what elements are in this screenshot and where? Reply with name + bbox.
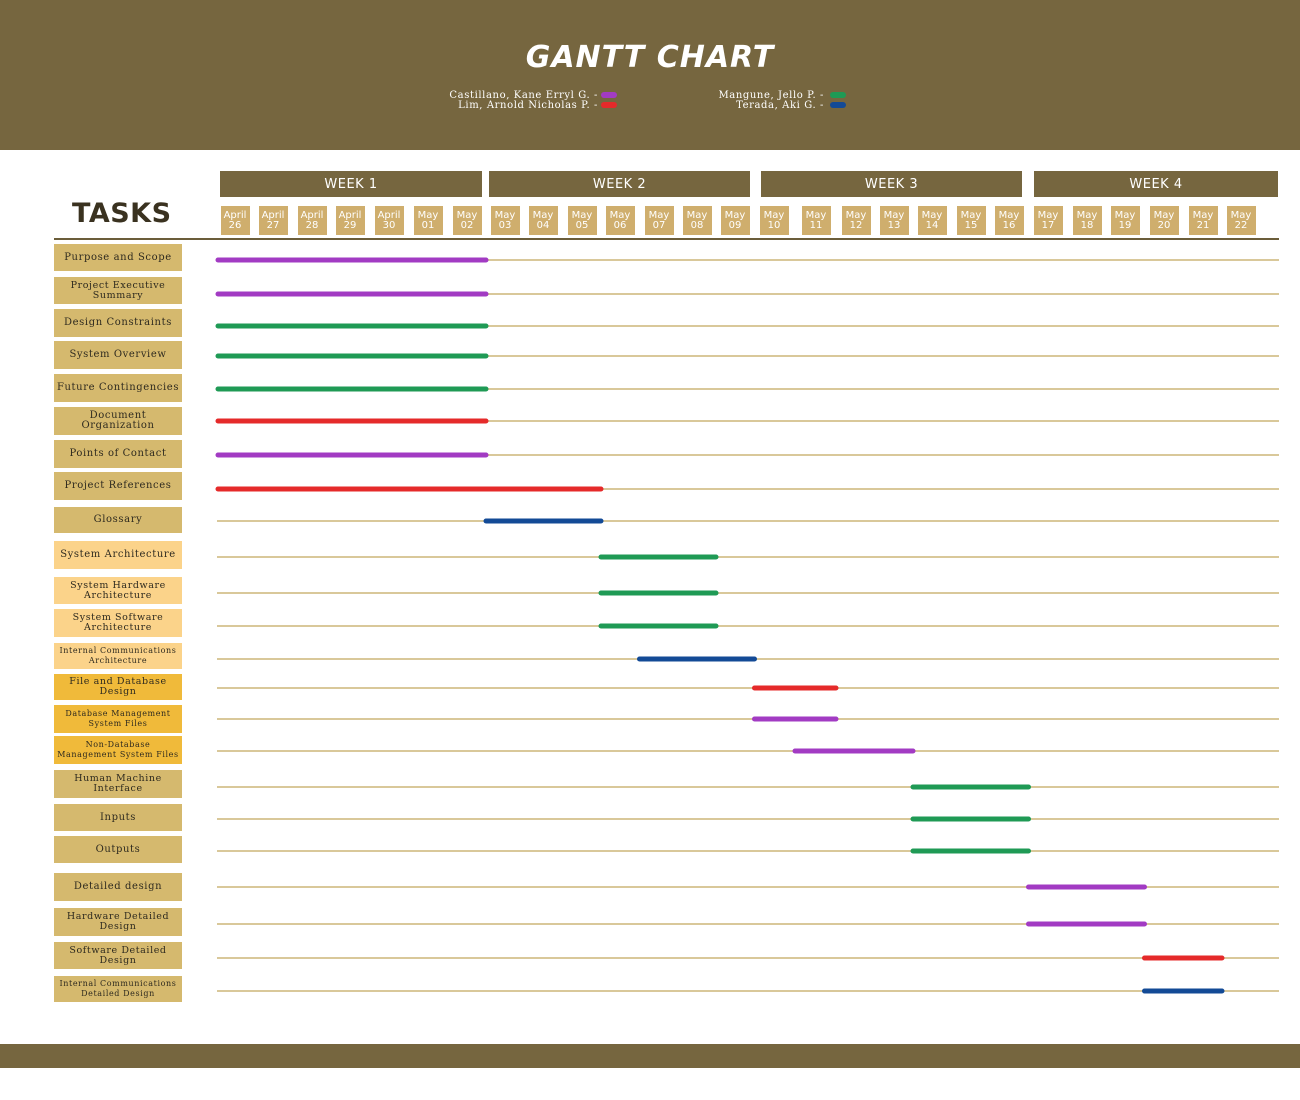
gantt-plot	[215, 257, 1279, 994]
footer-banner	[0, 1044, 1300, 1068]
